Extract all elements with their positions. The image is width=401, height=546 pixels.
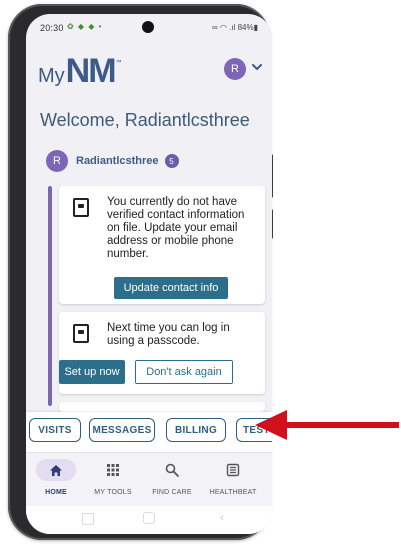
screenshot-stage: 20:30 ✿ ◆ ◆ • ∞ ◠ .ıl 84%▮ My NM ™ R Wel… <box>0 0 401 546</box>
dont-ask-again-button[interactable]: Don't ask again <box>135 360 233 384</box>
nav-item-find-care[interactable]: FIND CARE <box>142 459 202 496</box>
active-tab-indicator <box>36 459 76 481</box>
chevron-down-icon[interactable] <box>251 61 263 73</box>
timeline-accent-bar <box>48 186 52 406</box>
set-up-now-button[interactable]: Set up now <box>59 360 125 384</box>
news-icon <box>226 463 240 477</box>
clipboard-icon <box>73 324 89 343</box>
logo-main: NM <box>65 52 117 90</box>
bottom-navigation: HOME MY TOOLS FIND CARE HEALTHBEAT <box>26 452 272 505</box>
system-navigation-bar: ‹ <box>26 506 272 534</box>
nav-label-find-care: FIND CARE <box>152 489 192 496</box>
account-avatar[interactable]: R <box>224 58 246 80</box>
logo-prefix: My <box>38 65 65 87</box>
notification-icons: ✿ ◆ ◆ • <box>67 22 103 31</box>
phone-screen: 20:30 ✿ ◆ ◆ • ∞ ◠ .ıl 84%▮ My NM ™ R Wel… <box>26 14 272 534</box>
contact-info-message: You currently do not have verified conta… <box>107 196 245 260</box>
nav-item-home[interactable]: HOME <box>26 459 86 496</box>
home-icon <box>50 464 62 476</box>
partial-card <box>59 402 265 412</box>
phone-frame: 20:30 ✿ ◆ ◆ • ∞ ◠ .ıl 84%▮ My NM ™ R Wel… <box>8 4 273 540</box>
search-icon <box>165 463 179 477</box>
nav-item-healthbeat[interactable]: HEALTHBEAT <box>198 459 268 496</box>
quick-links-strip[interactable]: VISITS MESSAGES BILLING TEST <box>26 412 272 452</box>
nav-label-my-tools: MY TOOLS <box>94 489 132 496</box>
grid-icon <box>107 464 119 476</box>
welcome-heading: Welcome, Radiantlcsthree <box>40 110 250 130</box>
notification-count-badge: 5 <box>164 154 179 168</box>
quick-link-billing[interactable]: BILLING <box>166 418 226 442</box>
recent-apps-icon[interactable] <box>82 513 94 525</box>
logo-trademark: ™ <box>115 60 122 66</box>
status-indicators: ∞ ◠ .ıl 84%▮ <box>212 23 258 32</box>
update-contact-info-button[interactable]: Update contact info <box>114 277 228 299</box>
status-time: 20:30 <box>40 23 64 33</box>
front-camera <box>142 21 154 33</box>
clipboard-icon <box>73 198 89 217</box>
quick-link-visits[interactable]: VISITS <box>29 418 81 442</box>
mynm-logo[interactable]: My NM ™ <box>38 54 122 88</box>
passcode-card: Next time you can log in using a passcod… <box>59 312 265 394</box>
quick-link-messages[interactable]: MESSAGES <box>89 418 155 442</box>
account-avatar-small: R <box>46 150 68 172</box>
passcode-message: Next time you can log in using a passcod… <box>107 322 230 347</box>
back-icon[interactable]: ‹ <box>220 510 224 524</box>
nav-label-healthbeat: HEALTHBEAT <box>209 489 257 496</box>
system-home-icon[interactable] <box>143 512 155 524</box>
account-name: Radiantlcsthree <box>76 155 159 167</box>
nav-label-home: HOME <box>45 489 67 496</box>
nav-item-my-tools[interactable]: MY TOOLS <box>83 459 143 496</box>
contact-info-card: You currently do not have verified conta… <box>59 186 265 304</box>
status-bar: 20:30 ✿ ◆ ◆ • ∞ ◠ .ıl 84%▮ <box>26 14 272 40</box>
account-switcher[interactable]: R Radiantlcsthree 5 <box>46 150 179 172</box>
app-header: My NM ™ R <box>26 40 272 96</box>
red-arrow-annotation <box>255 410 399 440</box>
